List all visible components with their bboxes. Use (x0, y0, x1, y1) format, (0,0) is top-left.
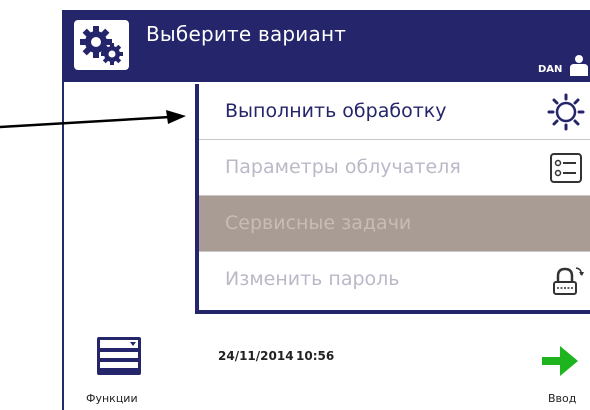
page-title: Выберите вариант (146, 22, 347, 46)
enter-arrow-icon[interactable] (540, 342, 580, 384)
callout-arrow (0, 110, 190, 138)
menu-item-label: Сервисные задачи (225, 212, 412, 234)
lock-icon (546, 260, 586, 304)
menu-item-irradiator-params[interactable]: Параметры облучателя (199, 140, 590, 196)
menu-item-label: Параметры облучателя (225, 156, 461, 178)
options-menu: Выполнить обработку Параметры облучателя (195, 84, 590, 314)
user-name: DAN (538, 64, 563, 75)
menu-item-service-tasks[interactable]: Сервисные задачи (199, 196, 590, 252)
status-date: 24/11/2014 (218, 349, 294, 363)
settings-list-icon (546, 148, 586, 192)
menu-item-change-password[interactable]: Изменить пароль (199, 252, 590, 308)
sun-icon (546, 92, 586, 136)
menu-item-label: Выполнить обработку (225, 100, 447, 122)
menu-item-label: Изменить пароль (225, 268, 400, 290)
user-icon (568, 54, 590, 80)
menu-item-run-processing[interactable]: Выполнить обработку (199, 84, 590, 140)
header-bar: Выберите вариант DAN (62, 10, 590, 82)
gears-icon[interactable] (74, 20, 129, 70)
status-time: 10:56 (296, 349, 335, 363)
functions-label: Функции (86, 392, 138, 405)
functions-icon[interactable] (96, 335, 142, 381)
enter-label: Ввод (548, 392, 577, 405)
